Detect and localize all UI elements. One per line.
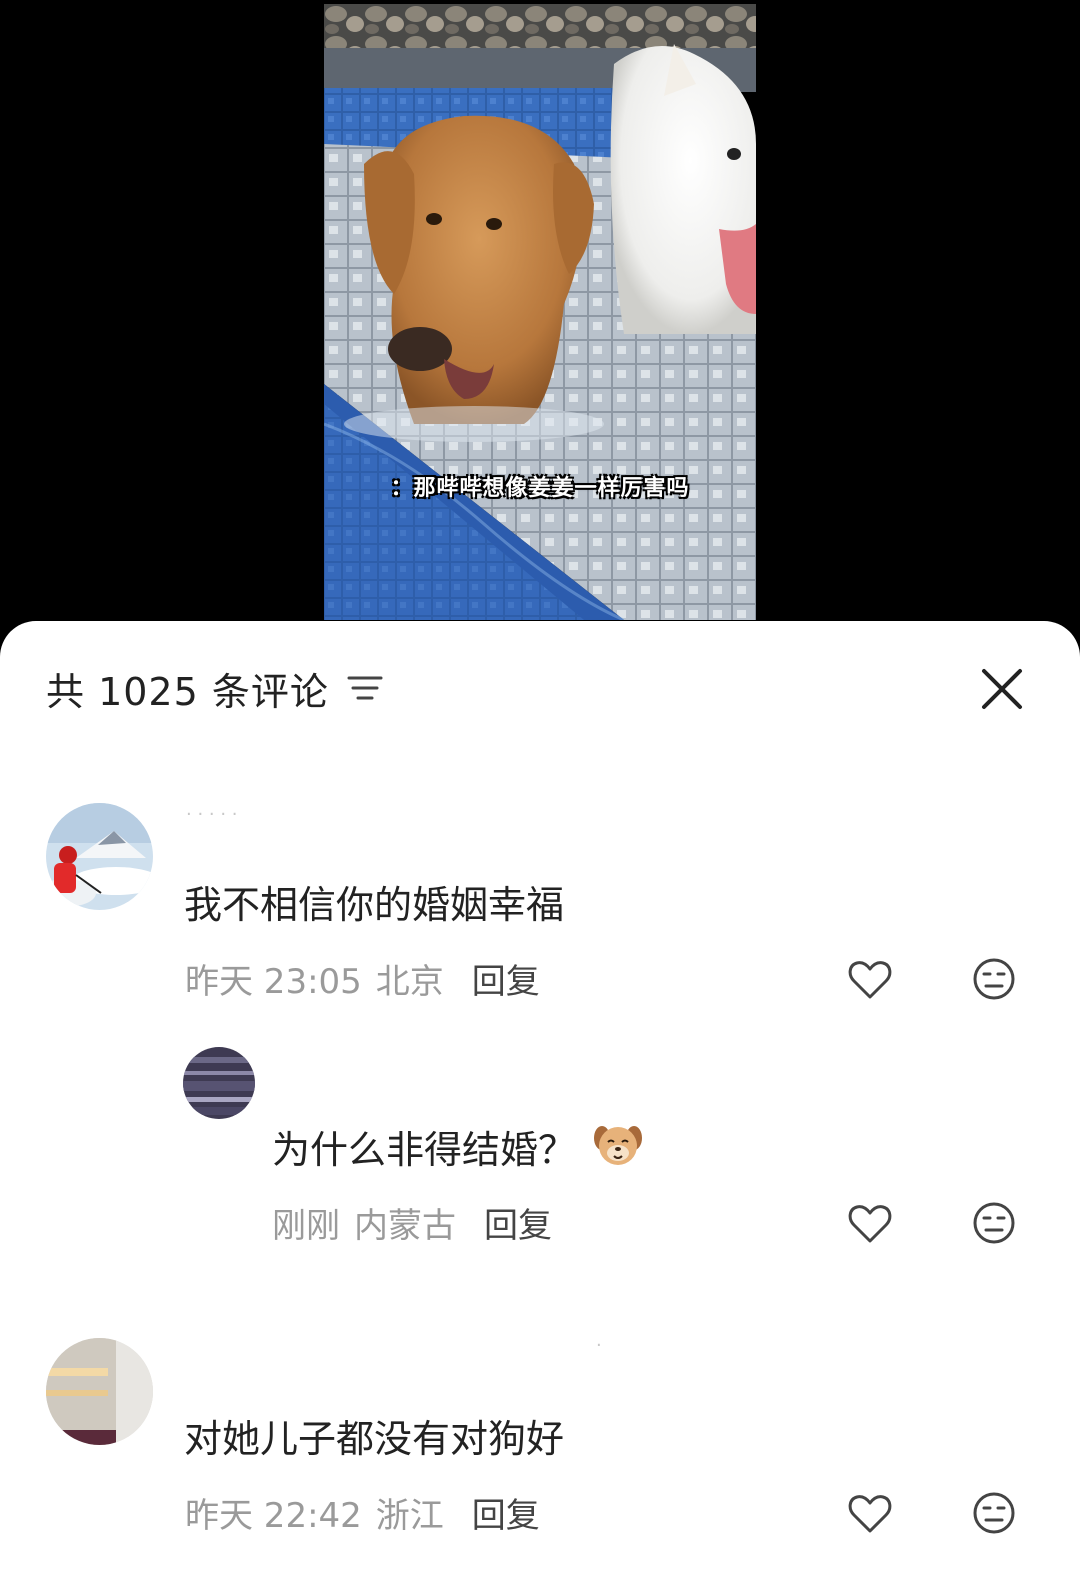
comment-text: 对她儿子都没有对狗好 xyxy=(184,1416,565,1461)
avatar[interactable] xyxy=(46,803,153,910)
comment-text: 我不相信你的婚姻幸福 xyxy=(184,882,565,927)
video-frame[interactable]: ：那哔哔想像姜姜一样厉害吗 xyxy=(324,4,756,620)
comment-sheet: 共 1025 条评论 · · · · · 我不相信你的婚姻幸福 昨天 23:05… xyxy=(0,621,1080,1570)
comment-count-title: 共 1025 条评论 xyxy=(46,669,329,714)
comment-location: 浙江 xyxy=(375,1495,444,1536)
dog-face-emoji xyxy=(592,1120,644,1172)
meh-face-icon[interactable] xyxy=(970,1489,1018,1537)
heart-outline-icon[interactable] xyxy=(846,955,894,1003)
meh-face-icon[interactable] xyxy=(970,955,1018,1003)
heart-outline-icon[interactable] xyxy=(846,1199,894,1247)
comment-date: 昨天 23:05 xyxy=(185,961,362,1002)
close-x-icon xyxy=(982,669,1022,709)
comment-location: 北京 xyxy=(375,961,444,1002)
username[interactable]: · xyxy=(596,1335,602,1356)
heart-outline-icon[interactable] xyxy=(846,1489,894,1537)
reply-text: 为什么非得结婚？ xyxy=(272,1117,644,1175)
reply-location: 内蒙古 xyxy=(354,1205,456,1246)
filter-lines-icon[interactable] xyxy=(347,674,383,702)
meh-face-icon[interactable] xyxy=(970,1199,1018,1247)
dogs-in-pool-image xyxy=(324,4,756,620)
reply-button[interactable]: 回复 xyxy=(484,1198,552,1247)
username[interactable]: · · · · · xyxy=(186,804,238,825)
close-button[interactable] xyxy=(976,663,1028,715)
avatar[interactable] xyxy=(46,1338,153,1445)
reply-meta: 刚刚 内蒙古 回复 xyxy=(272,1197,552,1247)
reply-date: 刚刚 xyxy=(272,1205,340,1246)
reply-button[interactable]: 回复 xyxy=(472,954,540,1003)
video-player[interactable]: ：那哔哔想像姜姜一样厉害吗 xyxy=(0,0,1080,640)
video-subtitle: ：那哔哔想像姜姜一样厉害吗 xyxy=(390,476,690,501)
comment-sheet-header: 共 1025 条评论 xyxy=(46,663,383,714)
comment-meta: 昨天 23:05 北京 回复 xyxy=(185,953,540,1003)
reply-text-content: 为什么非得结婚？ xyxy=(272,1127,577,1172)
comment-meta: 昨天 22:42 浙江 回复 xyxy=(185,1487,540,1537)
avatar[interactable] xyxy=(183,1047,255,1119)
reply-button[interactable]: 回复 xyxy=(472,1488,540,1537)
comment-date: 昨天 22:42 xyxy=(185,1495,362,1536)
